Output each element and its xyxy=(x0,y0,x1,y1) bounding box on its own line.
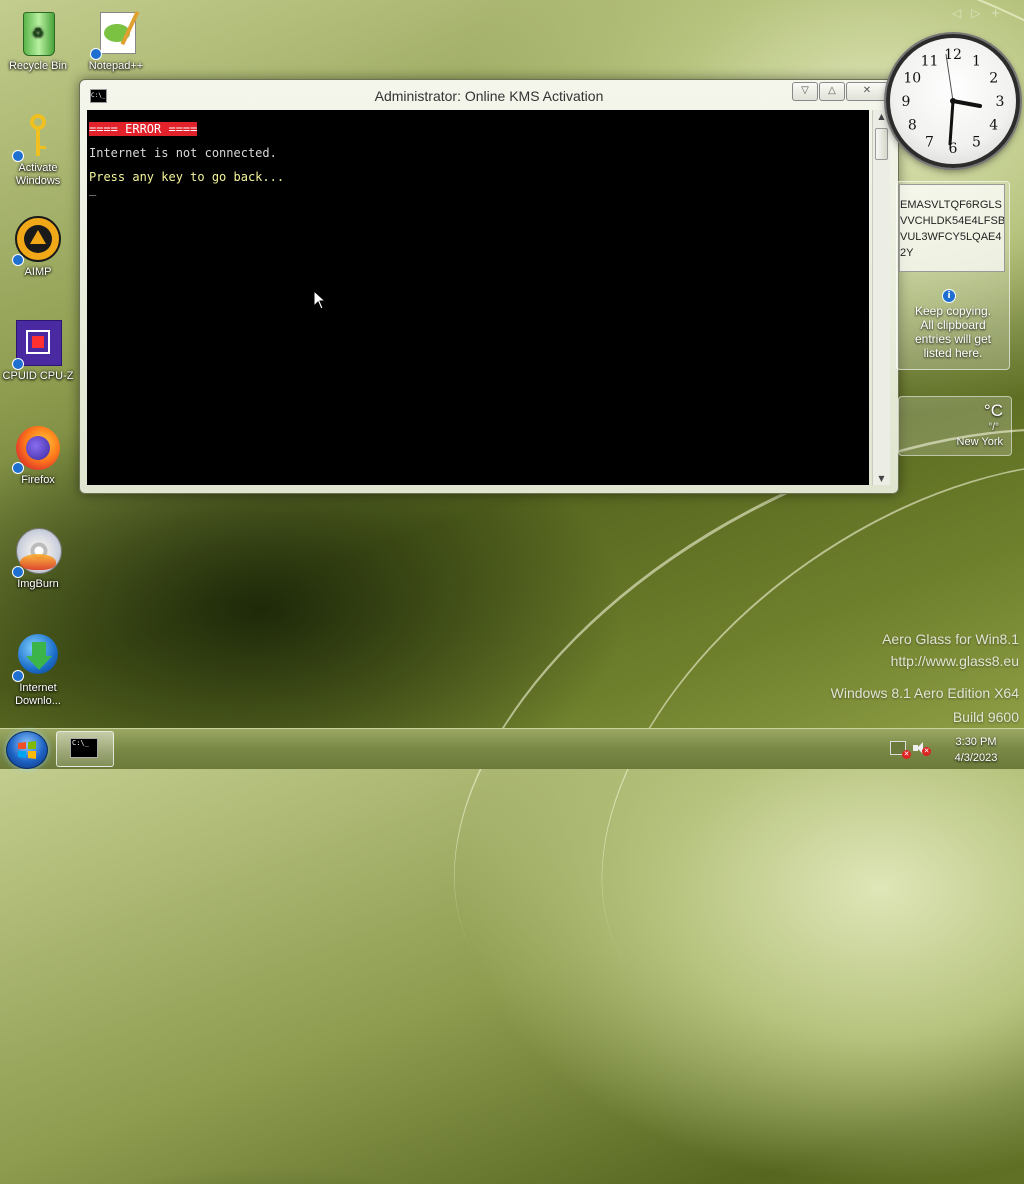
windows-logo-icon xyxy=(18,741,36,759)
window-title: Administrator: Online KMS Activation xyxy=(374,88,604,104)
desktop-icon-label: ImgBurn xyxy=(17,578,59,590)
clock-number: 11 xyxy=(921,53,939,69)
scroll-thumb[interactable] xyxy=(875,128,888,160)
weather-city: New York xyxy=(956,436,1003,448)
clock-number: 10 xyxy=(903,71,921,87)
console-line: Internet is not connected. xyxy=(89,146,277,160)
clock-number: 7 xyxy=(925,135,934,151)
next-arrow-icon[interactable]: ▷ xyxy=(971,6,990,20)
maximize-button[interactable]: △ xyxy=(819,82,845,101)
aimp-icon xyxy=(12,216,62,266)
console-icon: C:\_ xyxy=(70,738,98,758)
taskbar: C:\_ ✕ ✕ 3:30 PM 4/3/2023 xyxy=(0,728,1024,769)
console-output[interactable]: ==== ERROR ==== Internet is not connecte… xyxy=(87,110,869,485)
clock-number: 1 xyxy=(972,53,981,69)
recycle-bin-icon: ♻ xyxy=(14,10,62,58)
clipboard-entry[interactable]: EMASVLTQF6RGLS VVCHLDK54E4LFSB VUL3WFCY5… xyxy=(899,184,1005,272)
add-icon[interactable]: + xyxy=(990,6,1010,20)
clock-number: 9 xyxy=(902,94,911,110)
imgburn-icon xyxy=(12,528,62,578)
desktop-icon-label: Notepad++ xyxy=(88,60,144,72)
watermark-line: Aero Glass for Win8.1 xyxy=(882,631,1019,647)
console-window[interactable]: C:\_ Administrator: Online KMS Activatio… xyxy=(79,79,899,494)
tray-clock[interactable]: 3:30 PM 4/3/2023 xyxy=(940,734,1012,766)
clipboard-entry-line: VVCHLDK54E4LFSB xyxy=(900,215,1005,227)
tray-time: 3:30 PM xyxy=(955,736,997,748)
clipboard-entry-line: EMASVLTQF6RGLS xyxy=(900,199,1002,211)
tray-date: 4/3/2023 xyxy=(954,752,998,764)
hour-hand xyxy=(951,99,982,108)
desktop-icon-recycle-bin[interactable]: ♻ Recycle Bin xyxy=(2,10,74,73)
minute-hand xyxy=(948,99,955,146)
mouse-pointer-icon xyxy=(313,290,327,310)
clipboard-entry-line: VUL3WFCY5LQAE4 xyxy=(900,231,1002,243)
scroll-down-icon[interactable]: ▼ xyxy=(873,474,890,483)
network-icon[interactable]: ✕ xyxy=(890,741,911,759)
desktop-icon-label: Firefox xyxy=(21,474,55,486)
watermark-line: Windows 8.1 Aero Edition X64 xyxy=(830,685,1019,701)
watermark-line: http://www.glass8.eu xyxy=(890,653,1019,669)
firefox-icon xyxy=(12,424,62,474)
weather-gadget[interactable]: °C °/° New York xyxy=(898,396,1012,456)
notepad-plus-plus-icon xyxy=(90,10,140,60)
internet-download-manager-icon xyxy=(12,632,62,682)
key-icon xyxy=(12,112,62,162)
start-button[interactable] xyxy=(6,731,48,769)
minimize-button[interactable]: ▽ xyxy=(792,82,818,101)
close-button[interactable]: ✕ xyxy=(846,82,888,101)
desktop-icon-cpu-z[interactable]: CPUID CPU-Z xyxy=(2,320,74,383)
desktop-icon-label: Recycle Bin xyxy=(8,60,68,72)
info-icon: i xyxy=(942,289,956,303)
watermark-line: Build 9600 xyxy=(952,709,1019,725)
cpu-z-icon xyxy=(12,320,62,370)
desktop-nav-arrows: ◁▷+ xyxy=(952,6,1020,20)
prev-arrow-icon[interactable]: ◁ xyxy=(952,6,971,20)
vertical-scrollbar[interactable]: ▲ ▼ xyxy=(872,110,890,485)
desktop-icon-notepad-plus-plus[interactable]: Notepad++ xyxy=(80,10,152,73)
desktop-icon-label: Internet Downlo... xyxy=(15,682,61,707)
clock-number: 8 xyxy=(908,118,917,134)
desktop-icon-label: CPUID CPU-Z xyxy=(2,370,74,382)
clock-number: 3 xyxy=(996,94,1005,110)
clipboard-hint: Keep copying. All clipboard entries will… xyxy=(914,304,992,360)
title-bar[interactable]: C:\_ Administrator: Online KMS Activatio… xyxy=(80,80,898,110)
weather-temp: °/° xyxy=(988,422,999,433)
clock-number: 2 xyxy=(989,71,998,87)
clock-face: 12 1234567891011 xyxy=(902,47,1005,157)
desktop-icon-activate-windows[interactable]: Activate Windows xyxy=(2,112,74,188)
weather-unit: °C xyxy=(983,401,1003,420)
desktop-icon-label: Activate Windows xyxy=(15,162,61,187)
console-line: Press any key to go back... xyxy=(89,170,285,184)
clock-gadget[interactable]: 12 1 2 3 4 5 6 7 8 9 10 11 xyxy=(886,34,1020,168)
clock-number: 5 xyxy=(972,135,981,151)
volume-muted-icon[interactable]: ✕ xyxy=(913,742,931,756)
desktop-icon-internet-download-manager[interactable]: Internet Downlo... xyxy=(2,632,74,708)
console-cursor: _ xyxy=(89,182,97,196)
console-error-banner: ==== ERROR ==== xyxy=(89,122,198,136)
desktop-icon-aimp[interactable]: AIMP xyxy=(2,216,74,279)
taskbar-console-button[interactable]: C:\_ xyxy=(56,731,114,767)
desktop-icon-imgburn[interactable]: ImgBurn xyxy=(2,528,74,591)
desktop-icon-label: AIMP xyxy=(24,266,52,278)
clipboard-gadget[interactable]: EMASVLTQF6RGLS VVCHLDK54E4LFSB VUL3WFCY5… xyxy=(896,181,1010,370)
clipboard-entry-line: 2Y xyxy=(900,247,914,259)
desktop-icon-firefox[interactable]: Firefox xyxy=(2,424,74,487)
clock-number: 4 xyxy=(989,118,998,134)
